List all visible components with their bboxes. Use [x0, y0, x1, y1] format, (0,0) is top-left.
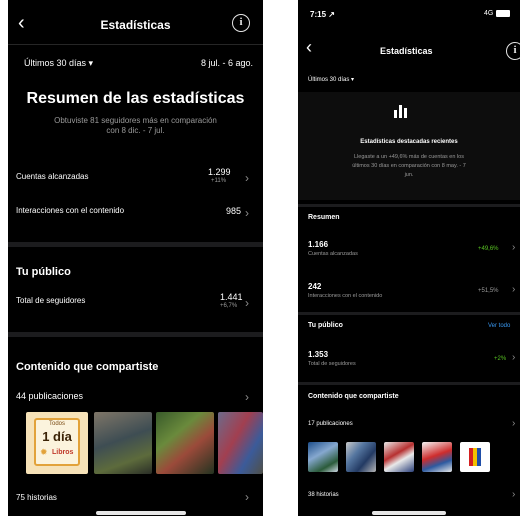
- see-all-link[interactable]: Ver todo: [488, 323, 510, 329]
- home-indicator: [372, 511, 446, 515]
- metric-delta: +11%: [211, 178, 227, 184]
- post-thumbnail-3[interactable]: [384, 442, 414, 472]
- status-time: 7:15 ↗: [310, 10, 335, 19]
- home-indicator: [96, 511, 186, 515]
- total-followers-row[interactable]: Total de seguidores 1.441 +6,7% ›: [8, 290, 263, 316]
- chevron-right-icon: ›: [245, 490, 249, 504]
- section-divider: [298, 312, 520, 315]
- thumb-caption-line3: Libros: [52, 449, 74, 456]
- post-thumbnail-5[interactable]: [460, 442, 490, 472]
- post-thumbnail-4[interactable]: [218, 412, 263, 474]
- metric-label: Cuentas alcanzadas: [16, 172, 89, 181]
- metric-label: Interacciones con el contenido: [16, 206, 125, 215]
- section-divider: [298, 204, 520, 207]
- followers-label: Total de seguidores: [16, 296, 86, 305]
- chevron-right-icon: ›: [245, 390, 249, 404]
- resumen-label: Cuentas alcanzadas: [308, 251, 358, 257]
- posts-row[interactable]: 44 publicaciones ›: [8, 388, 263, 406]
- back-arrow-icon[interactable]: ‹: [306, 38, 312, 56]
- chevron-right-icon: ›: [245, 171, 249, 185]
- stories-count: 75 historias: [16, 493, 57, 502]
- battery-icon: [496, 10, 510, 17]
- audience-title: Tu público: [16, 266, 71, 278]
- chevron-right-icon: ›: [512, 418, 516, 429]
- status-network: 4G: [484, 10, 494, 17]
- post-thumbnail-1[interactable]: Todos 1 día ✹ Libros: [26, 412, 88, 474]
- sun-icon: ✹: [40, 447, 48, 457]
- followers-label: Total de seguidores: [308, 361, 356, 367]
- chevron-right-icon: ›: [245, 206, 249, 220]
- posts-row[interactable]: 17 publicaciones ›: [298, 418, 520, 434]
- highlights-line1: Llegaste a un +49,6% más de cuentas en l…: [354, 154, 464, 160]
- date-range-dates: 8 jul. - 6 ago.: [200, 58, 253, 68]
- summary-subtitle-line1: Obtuviste 81 seguidores más en comparaci…: [54, 116, 217, 125]
- page-title: Estadísticas: [100, 18, 171, 32]
- audience-title: Tu público: [308, 322, 343, 329]
- resumen-row-accounts-reached[interactable]: 1.166 Cuentas alcanzadas +49,6% ›: [298, 236, 520, 264]
- metric-value: 1.299: [208, 167, 231, 177]
- post-thumbnail-4[interactable]: [422, 442, 452, 472]
- stories-count: 38 historias: [308, 492, 339, 498]
- chevron-right-icon: ›: [512, 352, 516, 363]
- resumen-title: Resumen: [308, 214, 340, 221]
- chevron-right-icon: ›: [512, 489, 516, 500]
- posts-count: 44 publicaciones: [16, 391, 84, 401]
- info-icon[interactable]: i: [506, 42, 520, 60]
- highlights-card: Estadísticas destacadas recientes Llegas…: [298, 92, 520, 200]
- chevron-right-icon: ›: [512, 242, 516, 253]
- insights-screen-left: ‹ Estadísticas i Últimos 30 días ▾ 8 jul…: [8, 0, 263, 516]
- content-title: Contenido que compartiste: [16, 361, 159, 373]
- resumen-row-content-interactions[interactable]: 242 Interacciones con el contenido +51,5…: [298, 278, 520, 306]
- page-title: Estadísticas: [380, 46, 433, 56]
- total-followers-row[interactable]: 1.353 Total de seguidores +2% ›: [298, 346, 520, 374]
- thumb-caption-line1: Todos: [48, 421, 65, 427]
- post-thumbnail-2[interactable]: [94, 412, 152, 474]
- thumb-caption-line2: 1 día: [42, 429, 72, 444]
- posts-count: 17 publicaciones: [308, 421, 353, 427]
- highlights-title: Estadísticas destacadas recientes: [360, 139, 458, 145]
- date-range-dropdown[interactable]: Últimos 30 días ▾: [24, 58, 93, 69]
- highlights-line3: jun.: [404, 172, 414, 178]
- post-thumbnail-3[interactable]: [156, 412, 214, 474]
- resumen-value: 242: [308, 282, 322, 291]
- content-title: Contenido que compartiste: [308, 393, 399, 400]
- section-divider: [8, 242, 263, 247]
- followers-value: 1.441: [220, 292, 243, 302]
- metric-value: 985: [226, 206, 242, 216]
- followers-delta: +6,7%: [220, 303, 238, 309]
- header-divider: [8, 44, 263, 45]
- section-divider: [8, 332, 263, 337]
- resumen-value: 1.166: [308, 240, 329, 249]
- followers-value: 1.353: [308, 350, 329, 359]
- section-divider: [298, 382, 520, 385]
- resumen-delta: +49,6%: [478, 246, 499, 252]
- highlights-line2: últimos 30 días en comparación con 8 may…: [352, 163, 466, 169]
- resumen-label: Interacciones con el contenido: [308, 293, 383, 299]
- chevron-right-icon: ›: [245, 296, 249, 310]
- resumen-delta: +51,5%: [478, 288, 499, 294]
- summary-subtitle-line2: con 8 dic. - 7 jul.: [106, 126, 165, 135]
- chevron-right-icon: ›: [512, 284, 516, 295]
- stories-row[interactable]: 38 historias ›: [298, 488, 520, 504]
- post-thumbnail-1[interactable]: [308, 442, 338, 472]
- insights-chart-icon: [392, 102, 410, 118]
- metric-row-content-interactions[interactable]: Interacciones con el contenido 985 ›: [8, 200, 263, 224]
- summary-title: Resumen de las estadísticas: [26, 90, 245, 107]
- date-range-dropdown[interactable]: Últimos 30 días ▾: [308, 76, 354, 83]
- metric-row-accounts-reached[interactable]: Cuentas alcanzadas 1.299 +11% ›: [8, 164, 263, 194]
- followers-delta: +2%: [494, 356, 507, 362]
- post-thumbnail-2[interactable]: [346, 442, 376, 472]
- insights-screen-right: 7:15 ↗ 4G ‹ Estadísticas i Últimos 30 dí…: [298, 0, 520, 516]
- stories-row[interactable]: 75 historias ›: [8, 484, 263, 508]
- info-icon[interactable]: i: [232, 14, 250, 32]
